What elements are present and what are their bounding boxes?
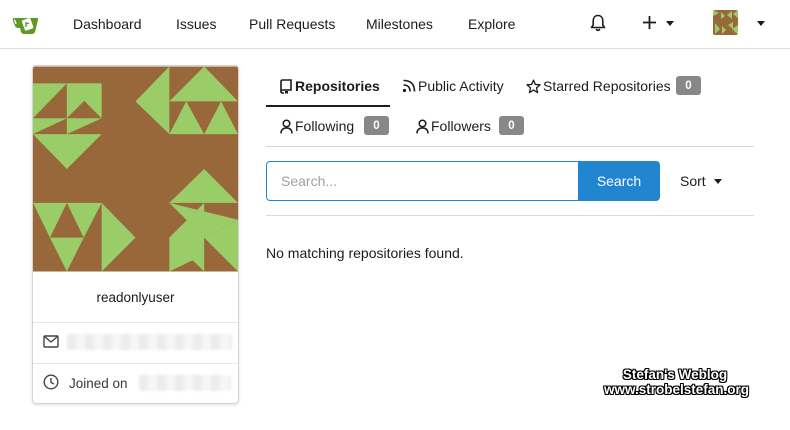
redacted-email <box>67 334 232 350</box>
bell-icon[interactable] <box>590 14 606 32</box>
tab-followers[interactable]: Followers <box>416 115 491 137</box>
profile-email-row <box>43 332 233 352</box>
profile-card: readonlyuser Joined on <box>32 65 239 404</box>
create-menu[interactable] <box>642 14 678 34</box>
tab-starred-repositories[interactable]: Starred Repositories <box>526 75 671 97</box>
active-tab-indicator <box>266 105 390 107</box>
profile-joined-row: Joined on <box>43 373 233 393</box>
nav-pull-requests[interactable]: Pull Requests <box>249 16 335 32</box>
gitea-logo-icon[interactable] <box>12 12 40 36</box>
divider <box>33 363 238 364</box>
tab-followers-label: Followers <box>431 118 491 134</box>
divider <box>33 322 238 323</box>
profile-username: readonlyuser <box>96 290 175 305</box>
watermark-title: Stefan's Weblog <box>622 367 728 382</box>
sort-dropdown[interactable]: Sort <box>680 173 722 189</box>
redacted-join-date <box>139 375 231 391</box>
clock-icon <box>43 374 59 390</box>
starred-count-badge: 0 <box>676 76 701 95</box>
profile-avatar <box>33 66 238 272</box>
top-navbar: Dashboard Issues Pull Requests Milestone… <box>0 0 790 49</box>
sort-label: Sort <box>680 173 706 189</box>
followers-count-badge: 0 <box>499 116 524 135</box>
tab-public-activity[interactable]: Public Activity <box>402 75 504 97</box>
plus-icon <box>643 16 656 29</box>
nav-dashboard[interactable]: Dashboard <box>73 16 142 32</box>
watermark-url: www.strobelstefan.org <box>604 382 750 397</box>
tab-repositories-label: Repositories <box>295 78 380 94</box>
search-button[interactable]: Search <box>578 161 660 201</box>
search-divider <box>266 215 754 216</box>
avatar[interactable] <box>713 10 738 35</box>
joined-label: Joined on <box>69 376 128 391</box>
nav-explore[interactable]: Explore <box>468 16 515 32</box>
star-icon <box>526 78 541 93</box>
mail-icon <box>43 335 59 348</box>
nav-issues[interactable]: Issues <box>176 16 216 32</box>
person-icon <box>416 118 429 134</box>
nav-milestones[interactable]: Milestones <box>366 16 433 32</box>
tab-public-activity-label: Public Activity <box>418 78 504 94</box>
tab-repositories[interactable]: Repositories <box>280 75 380 97</box>
chevron-down-icon <box>666 21 674 26</box>
search-input[interactable] <box>266 161 579 201</box>
tab-starred-label: Starred Repositories <box>543 78 671 94</box>
person-icon <box>280 118 293 134</box>
repo-icon <box>280 78 292 94</box>
tabs-divider <box>266 146 754 147</box>
user-menu-chevron-down-icon[interactable] <box>757 21 765 26</box>
tab-following[interactable]: Following <box>280 115 354 137</box>
rss-icon <box>402 79 416 93</box>
tab-following-label: Following <box>295 118 355 134</box>
chevron-down-icon <box>713 178 722 184</box>
empty-state-message: No matching repositories found. <box>266 245 464 261</box>
following-count-badge: 0 <box>364 116 389 135</box>
